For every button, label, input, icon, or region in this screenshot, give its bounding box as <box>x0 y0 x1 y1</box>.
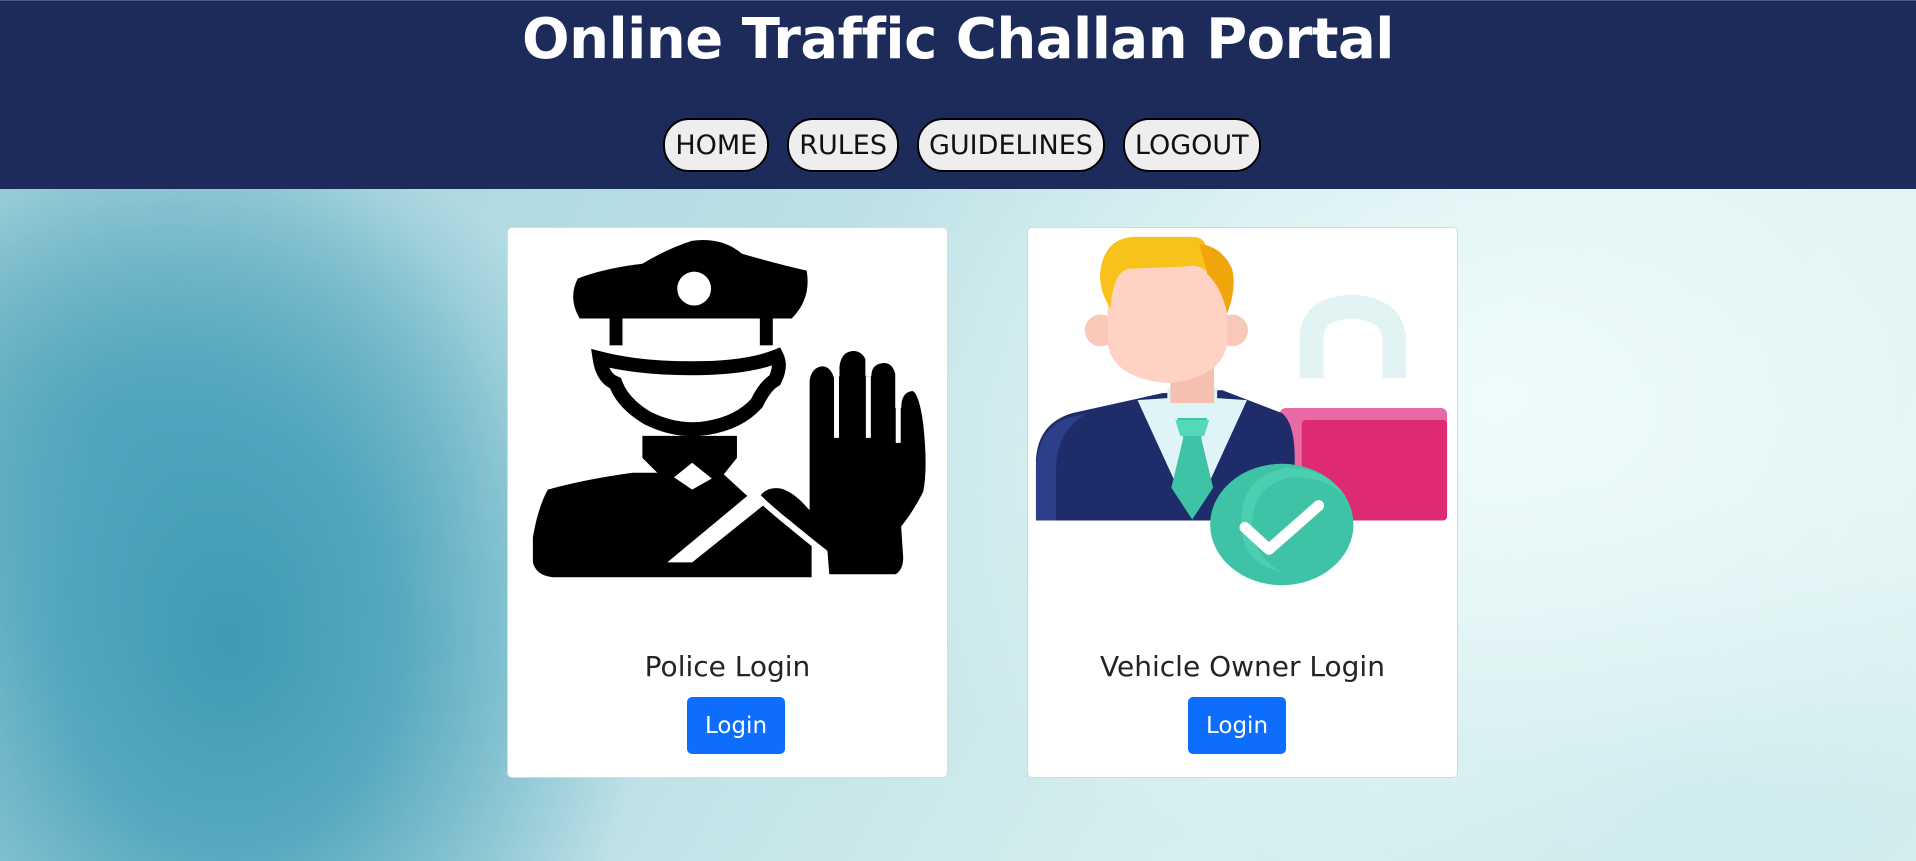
nav-logout-button[interactable]: LOGOUT <box>1122 118 1261 172</box>
nav-rules-button[interactable]: RULES <box>787 118 899 172</box>
vehicle-owner-login-card: Vehicle Owner Login Login <box>1027 227 1458 778</box>
vehicle-owner-unlock-icon <box>1035 236 1448 586</box>
police-login-button[interactable]: Login <box>687 697 785 754</box>
nav-guidelines-button[interactable]: GUIDELINES <box>917 118 1105 172</box>
vehicle-owner-login-button[interactable]: Login <box>1188 697 1286 754</box>
nav-home-button[interactable]: HOME <box>663 118 770 172</box>
police-login-card: Police Login Login <box>507 227 948 778</box>
main-nav: HOME RULES GUIDELINES LOGOUT <box>0 118 1916 172</box>
site-header: Online Traffic Challan Portal HOME RULES… <box>0 0 1916 189</box>
page-title: Online Traffic Challan Portal <box>522 7 1394 72</box>
police-login-title: Police Login <box>644 650 811 683</box>
vehicle-owner-login-title: Vehicle Owner Login <box>1100 650 1385 683</box>
police-officer-icon <box>532 240 932 581</box>
